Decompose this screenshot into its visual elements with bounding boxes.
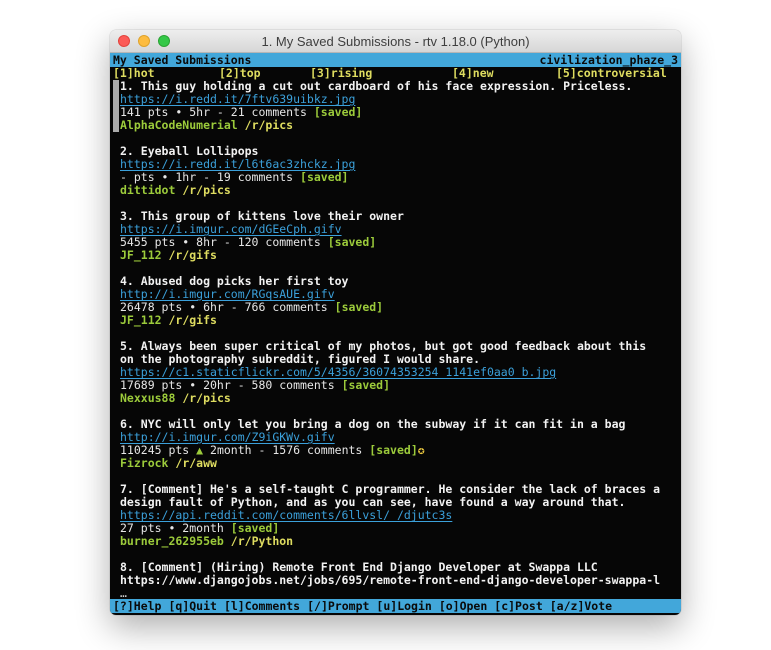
submission-byline: JF_112 /r/gifs	[120, 249, 678, 262]
stats-text: 27 pts • 2month	[120, 521, 231, 535]
subreddit-name: /r/pics	[182, 183, 230, 197]
submission-byline: Nexxus88 /r/pics	[120, 392, 678, 405]
window-titlebar[interactable]: 1. My Saved Submissions - rtv 1.18.0 (Py…	[110, 30, 681, 53]
submission-byline: AlphaCodeNumerial /r/pics	[120, 119, 678, 132]
author-name: dittidot	[120, 183, 175, 197]
subreddit-name: /r/pics	[245, 118, 293, 132]
stats-text: 2month - 1576 comments	[203, 443, 369, 457]
subreddit-name: /r/aww	[175, 456, 217, 470]
stats-text: 110245 pts	[120, 443, 196, 457]
subreddit-name: /r/gifs	[168, 248, 216, 262]
subreddit-name: /r/gifs	[168, 313, 216, 327]
shortcut-azvote[interactable]: [a/z]Vote	[550, 599, 612, 613]
tab-controversial[interactable]: [5]controversial	[556, 67, 667, 80]
footer-help-bar: [?]Help [q]Quit [l]Comments [/]Prompt [u]Log…	[110, 599, 681, 613]
saved-badge: [saved]	[314, 105, 362, 119]
shortcut-prompt[interactable]: [/]Prompt	[307, 599, 369, 613]
stats-text: 26478 pts • 6hr - 766 comments	[120, 300, 335, 314]
terminal-screen: My Saved Submissions civilization_phaze_…	[110, 53, 681, 615]
saved-badge: [saved]	[231, 521, 279, 535]
shortcut-list: [?]Help [q]Quit [l]Comments [/]Prompt [u]Log…	[113, 599, 619, 613]
submission-byline: Fizrock /r/aww	[120, 457, 678, 470]
tab-bar: [1]hot [2]top [3]rising [4]new [5]controvers…	[110, 67, 681, 80]
submission-byline: dittidot /r/pics	[120, 184, 678, 197]
zoom-button-icon[interactable]	[158, 35, 170, 47]
truncation-ellipsis: …	[120, 587, 678, 599]
submission-row[interactable]: 4. Abused dog picks her first toyhttp://…	[113, 275, 678, 327]
submission-byline: burner_262955eb /r/Python	[120, 535, 678, 548]
minimize-button-icon[interactable]	[138, 35, 150, 47]
author-name: burner_262955eb	[120, 534, 224, 548]
submission-byline: JF_112 /r/gifs	[120, 314, 678, 327]
tab-rising[interactable]: [3]rising	[310, 67, 372, 80]
page-title: My Saved Submissions	[113, 53, 251, 67]
shortcut-cpost[interactable]: [c]Post	[494, 599, 542, 613]
shortcut-help[interactable]: [?]Help	[113, 599, 161, 613]
gilded-icon: ✪	[418, 443, 425, 457]
saved-badge: [saved]	[335, 300, 383, 314]
submission-row[interactable]: 5. Always been super critical of my phot…	[113, 340, 678, 405]
tab-top[interactable]: [2]top	[219, 67, 261, 80]
shortcut-qquit[interactable]: [q]Quit	[168, 599, 216, 613]
terminal-window: 1. My Saved Submissions - rtv 1.18.0 (Py…	[110, 30, 681, 615]
stats-text: 141 pts • 5hr - 21 comments	[120, 105, 314, 119]
shortcut-lcomments[interactable]: [l]Comments	[224, 599, 300, 613]
saved-badge: [saved]	[342, 378, 390, 392]
submission-row[interactable]: 6. NYC will only let you bring a dog on …	[113, 418, 678, 470]
submission-row[interactable]: 3. This group of kittens love their owne…	[113, 210, 678, 262]
logged-in-username: civilization_phaze_3	[540, 53, 678, 67]
subreddit-name: /r/pics	[182, 391, 230, 405]
submission-url[interactable]: https://www.djangojobs.net/jobs/695/remo…	[120, 574, 678, 587]
author-name: JF_112	[120, 313, 162, 327]
stats-text: 17689 pts • 20hr - 580 comments	[120, 378, 342, 392]
submission-row[interactable]: 7. [Comment] He's a self-taught C progra…	[113, 483, 678, 548]
saved-badge: [saved]	[328, 235, 376, 249]
stats-text: - pts • 1hr - 19 comments	[120, 170, 300, 184]
saved-badge: [saved]	[369, 443, 417, 457]
stats-text: 5455 pts • 8hr - 120 comments	[120, 235, 328, 249]
author-name: Fizrock	[120, 456, 168, 470]
saved-badge: [saved]	[300, 170, 348, 184]
subreddit-name: /r/Python	[231, 534, 293, 548]
shortcut-ulogin[interactable]: [u]Login	[376, 599, 431, 613]
submission-row[interactable]: 8. [Comment] (Hiring) Remote Front End D…	[113, 561, 678, 599]
shortcut-oopen[interactable]: [o]Open	[439, 599, 487, 613]
window-title: 1. My Saved Submissions - rtv 1.18.0 (Py…	[261, 34, 529, 49]
author-name: Nexxus88	[120, 391, 175, 405]
close-button-icon[interactable]	[118, 35, 130, 47]
author-name: AlphaCodeNumerial	[120, 118, 238, 132]
tab-hot[interactable]: [1]hot	[113, 67, 155, 80]
submission-row[interactable]: 2. Eyeball Lollipopshttps://i.redd.it/l6…	[113, 145, 678, 197]
submission-row[interactable]: 1. This guy holding a cut out cardboard …	[113, 80, 678, 132]
author-name: JF_112	[120, 248, 162, 262]
submission-list: 1. This guy holding a cut out cardboard …	[110, 80, 681, 599]
tab-new[interactable]: [4]new	[452, 67, 494, 80]
status-bar: My Saved Submissions civilization_phaze_…	[110, 53, 681, 67]
